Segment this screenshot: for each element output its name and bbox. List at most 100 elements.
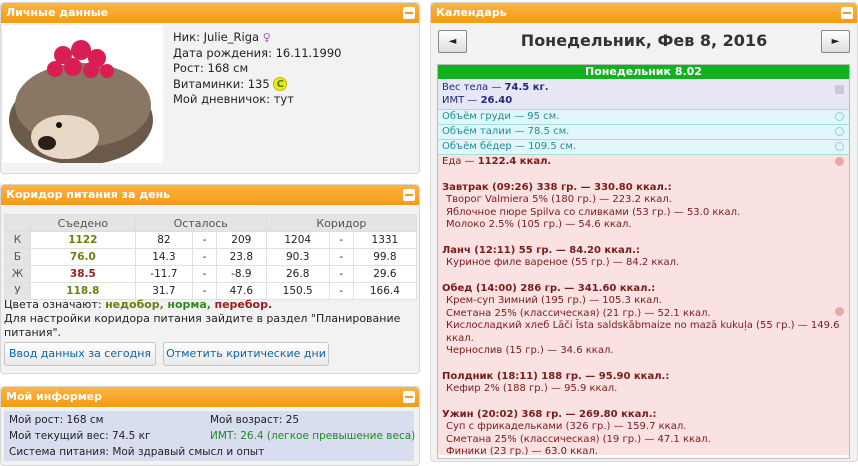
- prev-day-button[interactable]: ◄: [438, 30, 467, 53]
- col-header-corridor: Коридор: [265, 214, 418, 232]
- waist-row[interactable]: Объём талии — 78.5 см.: [438, 125, 849, 140]
- corridor-row: У 118.8 31.7-47.6 150.5-166.4: [4, 282, 418, 300]
- corridor-cell-c2: 29.6: [352, 265, 418, 283]
- range-dash: -: [192, 282, 218, 300]
- corridor-cell-k: У: [4, 282, 31, 300]
- scale-icon: [835, 85, 844, 94]
- meal-item: Чернослив (15 гр.) — 34.6 ккал.: [446, 345, 614, 356]
- corridor-cell-r2: 209: [216, 231, 267, 249]
- corridor-cell-eaten: 1122: [30, 231, 136, 249]
- corridor-cell-eaten: 118.8: [30, 282, 136, 300]
- legend-norm: норма,: [167, 298, 211, 311]
- range-dash: -: [328, 282, 354, 300]
- meals-list: Завтрак (09:26) 338 гр. — 330.80 ккал.: Т…: [442, 182, 845, 459]
- calendar-title: Календарь: [436, 6, 507, 19]
- informer-bmi: ИМТ: 26.4 (легкое превышение веса): [210, 430, 416, 442]
- chest-row[interactable]: Объём груди — 95 см.: [438, 110, 849, 125]
- weight-label: Вес тела —: [442, 82, 505, 93]
- corridor-cell-c1: 1204: [265, 231, 330, 249]
- profile-info: Ник: Julie_Riga ♀ Дата рождения: 16.11.1…: [173, 30, 341, 108]
- birthday-value: 16.11.1990: [275, 45, 342, 60]
- height-value: 168 см: [207, 61, 249, 75]
- meal-item: Крем-суп Зимний (195 гр.) — 105.3 ккал.: [446, 295, 662, 306]
- meal-item: Кефир 2% (188 гр.) — 95.9 ккал.: [446, 383, 618, 394]
- profile-title: Личные данные: [6, 6, 109, 19]
- tape-icon: [835, 142, 844, 151]
- minimize-icon[interactable]: [403, 391, 415, 403]
- meal-item: Молоко 2.5% (105 гр.) — 54.6 ккал.: [446, 219, 632, 230]
- tape-icon: [835, 112, 844, 121]
- corridor-cell-k: Ж: [4, 265, 31, 283]
- corridor-cell-c2: 1331: [352, 231, 418, 249]
- meal-item: Кислосладкий хлеб Lāči Īsta saldskābmaiz…: [446, 320, 840, 344]
- day-card: Понедельник 8.02 Вес тела — 74.5 кг. ИМТ…: [437, 64, 850, 459]
- corridor-row: К 1122 82-209 1204-1331: [4, 231, 418, 249]
- meal-title: Ланч (12:11) 55 гр. — 84.20 ккал.:: [442, 244, 640, 256]
- meal-item: Финики (23 гр.) — 63.0 ккал.: [446, 446, 598, 457]
- bmi-label: ИМТ —: [442, 95, 481, 106]
- next-day-button[interactable]: ►: [821, 30, 850, 53]
- corridor-cell-k: К: [4, 231, 31, 249]
- informer-title: Мой информер: [6, 390, 103, 403]
- corridor-cell-c2: 166.4: [352, 282, 418, 300]
- legend-under: недобор,: [105, 298, 164, 311]
- food-block[interactable]: Еда — 1122.4 ккал. Завтрак (09:26) 338 г…: [438, 155, 849, 457]
- calendar-header: Календарь: [431, 3, 857, 23]
- corridor-cell-c1: 26.8: [265, 265, 330, 283]
- range-dash: -: [328, 265, 354, 283]
- corridor-cell-k: Б: [4, 248, 31, 266]
- corridor-cell-r1: -11.7: [134, 265, 194, 283]
- meal-title: Обед (14:00) 286 гр. — 341.60 ккал.:: [442, 282, 656, 294]
- meal-item: Суп с фрикадельками (326 гр.) — 159.7 кк…: [446, 421, 687, 432]
- informer-system: Система питания: Мой здравый смысл и опы…: [9, 446, 265, 458]
- diary-link[interactable]: тут: [274, 92, 294, 106]
- height-label: Рост:: [173, 61, 204, 75]
- informer-header: Мой информер: [1, 387, 419, 407]
- meal-title: Завтрак (09:26) 338 гр. — 330.80 ккал.:: [442, 181, 672, 193]
- female-icon: ♀: [262, 31, 271, 44]
- waist-value: Объём талии — 78.5 см.: [442, 126, 570, 137]
- diary-label: Мой дневничок:: [173, 92, 271, 106]
- vitamins-label: Витаминки:: [173, 76, 245, 91]
- minimize-icon[interactable]: [841, 7, 853, 19]
- meal-item: Сметана 25% (классическая) (21 гр.) — 52…: [446, 307, 711, 319]
- corridor-title: Коридор питания за день: [6, 188, 171, 201]
- mark-critical-days-button[interactable]: Отметить критические дни: [163, 342, 329, 366]
- calendar-date: Понедельник, Фев 8, 2016: [520, 31, 768, 50]
- weight-block[interactable]: Вес тела — 74.5 кг. ИМТ — 26.40: [438, 79, 849, 110]
- col-header-remaining: Осталось: [134, 214, 267, 232]
- food-label: Еда —: [442, 156, 478, 167]
- enter-today-data-button[interactable]: Ввод данных за сегодня: [4, 342, 156, 366]
- weight-value: 74.5 кг.: [504, 82, 549, 93]
- vitamins-value: 135: [247, 76, 270, 91]
- corridor-notes: Цвета означают: недобор, норма, перебор.…: [4, 298, 414, 340]
- informer-height: Мой рост: 168 см: [9, 414, 104, 426]
- corridor-cell-c1: 90.3: [265, 248, 330, 266]
- minimize-icon[interactable]: [403, 7, 415, 19]
- col-header-key: [4, 214, 31, 232]
- corridor-table: Съедено Осталось Коридор К 1122 82-209 1204…: [4, 214, 418, 300]
- corridor-cell-r1: 31.7: [134, 282, 194, 300]
- legend-prefix: Цвета означают:: [4, 298, 102, 311]
- informer-age: Мой возраст: 25: [210, 414, 300, 426]
- tape-icon: [835, 127, 844, 136]
- chest-value: Объём груди — 95 см.: [442, 111, 560, 122]
- corridor-cell-c2: 99.8: [352, 248, 418, 266]
- corridor-settings-note: Для настройки коридора питания зайдите в…: [4, 312, 401, 339]
- corridor-row: Ж 38.5 -11.7- -8.9 26.8-29.6: [4, 265, 418, 283]
- meal-item: Сметана 25% (классическая) (19 гр.) — 47…: [446, 433, 711, 445]
- corridor-cell-eaten: 38.5: [30, 265, 136, 283]
- birthday-label: Дата рождения:: [173, 45, 272, 60]
- meal-item: Куриное филе вареное (55 гр.) — 84.2 кка…: [446, 257, 680, 268]
- hips-row[interactable]: Объём бёдер — 109.5 см.: [438, 140, 849, 155]
- vitamin-coin-icon: C: [273, 77, 288, 91]
- corridor-header: Коридор питания за день: [1, 185, 419, 205]
- food-total: 1122.4 ккал.: [477, 156, 552, 167]
- minimize-icon[interactable]: [403, 189, 415, 201]
- corridor-cell-eaten: 76.0: [30, 248, 136, 266]
- legend-over: перебор.: [214, 298, 273, 311]
- bmi-value: 26.40: [480, 95, 513, 106]
- meal-item: Яблочное пюре Spilva со сливками (53 гр.…: [446, 206, 741, 218]
- profile-header: Личные данные: [1, 3, 419, 23]
- range-dash: -: [192, 231, 218, 249]
